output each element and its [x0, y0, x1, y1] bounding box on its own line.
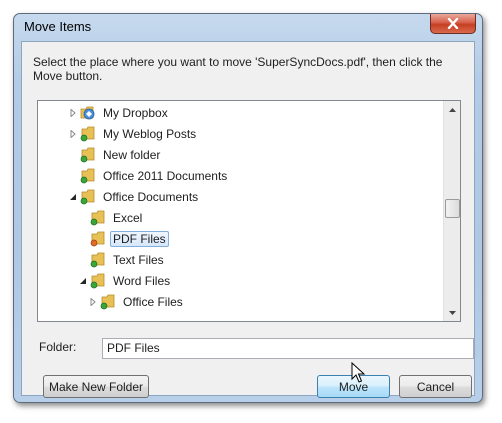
folder-sync-icon	[90, 210, 106, 226]
collapse-arrow-icon[interactable]	[78, 276, 88, 286]
scroll-up-button[interactable]	[444, 101, 460, 118]
folder-tree[interactable]: My Dropbox My Weblog Posts New folder Of…	[37, 100, 461, 322]
move-items-dialog: Move Items Select the place where you wa…	[13, 13, 483, 403]
tree-item-label: Office Documents	[103, 189, 199, 204]
folder-sync-icon	[80, 147, 96, 163]
tree-item-label: New folder	[103, 147, 161, 162]
expand-arrow-icon[interactable]	[68, 129, 78, 139]
tree-item-office-2011-documents[interactable]: Office 2011 Documents	[38, 165, 443, 186]
dialog-body: Select the place where you want to move …	[21, 41, 475, 398]
folder-sync-icon	[100, 294, 116, 310]
tree-item-new-folder[interactable]: New folder	[38, 144, 443, 165]
expand-arrow-icon[interactable]	[68, 108, 78, 118]
tree-item-label: My Dropbox	[103, 105, 168, 120]
make-new-folder-button[interactable]: Make New Folder	[43, 375, 149, 398]
folder-sync-icon	[80, 168, 96, 184]
scroll-thumb[interactable]	[445, 199, 460, 218]
tree-item-text-files[interactable]: Text Files	[38, 249, 443, 270]
window-title: Move Items	[24, 19, 92, 34]
cancel-button[interactable]: Cancel	[399, 375, 472, 398]
close-icon	[447, 18, 459, 29]
tree-item-excel[interactable]: Excel	[38, 207, 443, 228]
tree-item-my-dropbox[interactable]: My Dropbox	[38, 102, 443, 123]
tree-item-label: PDF Files	[110, 230, 169, 247]
tree-item-label: Word Files	[113, 273, 171, 288]
close-button[interactable]	[430, 14, 476, 34]
expand-arrow-icon[interactable]	[88, 297, 98, 307]
tree-item-label: Office Files	[123, 294, 183, 309]
arrow-down-icon	[448, 310, 456, 315]
tree-item-label: My Weblog Posts	[103, 126, 197, 141]
tree-item-office-documents[interactable]: Office Documents	[38, 186, 443, 207]
folder-sync-icon	[80, 189, 96, 205]
tree-item-label: Office 2011 Documents	[103, 168, 228, 183]
folder-sync-icon	[90, 273, 106, 289]
scroll-down-button[interactable]	[444, 304, 460, 321]
folder-input[interactable]: PDF Files	[102, 338, 474, 359]
tree-item-word-files[interactable]: Word Files	[38, 270, 443, 291]
folder-sync-icon	[80, 126, 96, 142]
folder-sync-icon	[90, 252, 106, 268]
tree-item-pdf-files[interactable]: PDF Files	[38, 228, 443, 249]
tree-item-office-files[interactable]: Office Files	[38, 291, 443, 312]
instructions-text: Select the place where you want to move …	[33, 55, 443, 83]
arrow-up-icon	[448, 107, 456, 112]
mouse-pointer-icon	[351, 362, 365, 383]
tree-scrollbar[interactable]	[443, 101, 460, 321]
dropbox-folder-icon	[80, 105, 96, 121]
folder-field-label: Folder:	[39, 340, 77, 354]
tree-item-label: Excel	[113, 210, 143, 225]
folder-sync-icon	[90, 231, 106, 247]
tree-item-label: Text Files	[113, 252, 164, 267]
tree-item-my-weblog-posts[interactable]: My Weblog Posts	[38, 123, 443, 144]
collapse-arrow-icon[interactable]	[68, 192, 78, 202]
